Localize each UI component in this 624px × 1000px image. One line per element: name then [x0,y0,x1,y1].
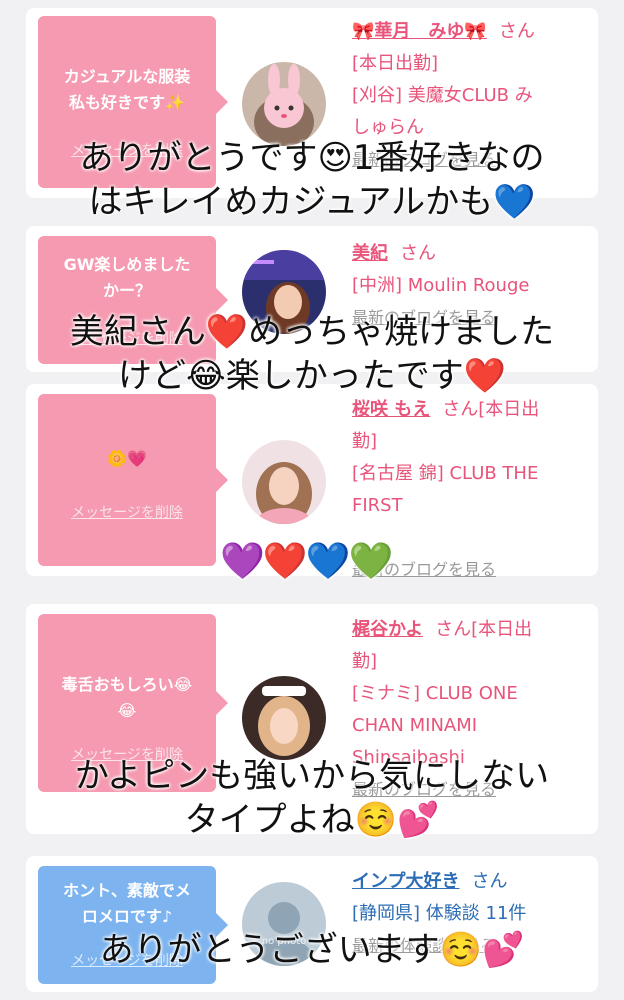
honorific-cont: 勤] [352,651,378,672]
shop-line: [中洲] Moulin Rouge [352,275,530,296]
avatar[interactable] [242,62,326,146]
message-text: 毒舌おもしろい😂 😂 [61,675,193,720]
shop-line: [静岡県] 体験談 11件 [352,903,527,924]
shop-line: [名古屋 錦] CLUB THE FIRST [352,463,539,516]
honorific: さん[本日出 [435,619,533,640]
overlay-caption-4: かよピンも強いから気にしない タイプよね☺️💕 [74,756,550,840]
message-text: カジュアルな服装 私も好きです✨ [63,67,191,112]
overlay-caption-5: ありがとうございます☺️💕 [99,930,525,970]
overlay-caption-1: ありがとうです😍1番好きなの はキレイめカジュアルかも💙 [79,138,545,222]
profile-name-link[interactable]: インプ大好き [352,871,459,892]
honorific-cont: 勤] [352,431,378,452]
message-text: 🌼💗 [107,449,147,468]
status-line: [本日出勤] [352,53,439,74]
honorific: さん [498,21,535,42]
avatar[interactable] [242,676,326,760]
message-bubble: 🌼💗 メッセージを削除 [38,394,228,566]
honorific: さん [400,243,436,264]
overlay-hearts: 💜❤️💙💚 [220,541,393,582]
honorific: さん[本日出 [442,399,540,420]
delete-message-link[interactable]: メッセージを削除 [38,500,216,526]
profile-name-link[interactable]: 桜咲 もえ [352,399,430,420]
message-text: GW楽しめました かー？ [63,255,191,300]
overlay-caption-2: 美紀さん❤️めっちゃ焼けました けど😂楽しかったです❤️ [69,312,555,396]
avatar[interactable] [242,440,326,524]
profile-name-link[interactable]: 梶谷かよ [352,619,423,640]
honorific: さん [471,871,508,892]
profile-name-link[interactable]: 美紀 [352,243,388,264]
shop-line: [刈谷] 美魔女CLUB みしゅらん [352,85,533,138]
message-text: ホント、素敵でメ ロメロです♪ [63,881,191,926]
profile-name-link[interactable]: 🎀華月 みゆ🎀 [352,21,487,42]
